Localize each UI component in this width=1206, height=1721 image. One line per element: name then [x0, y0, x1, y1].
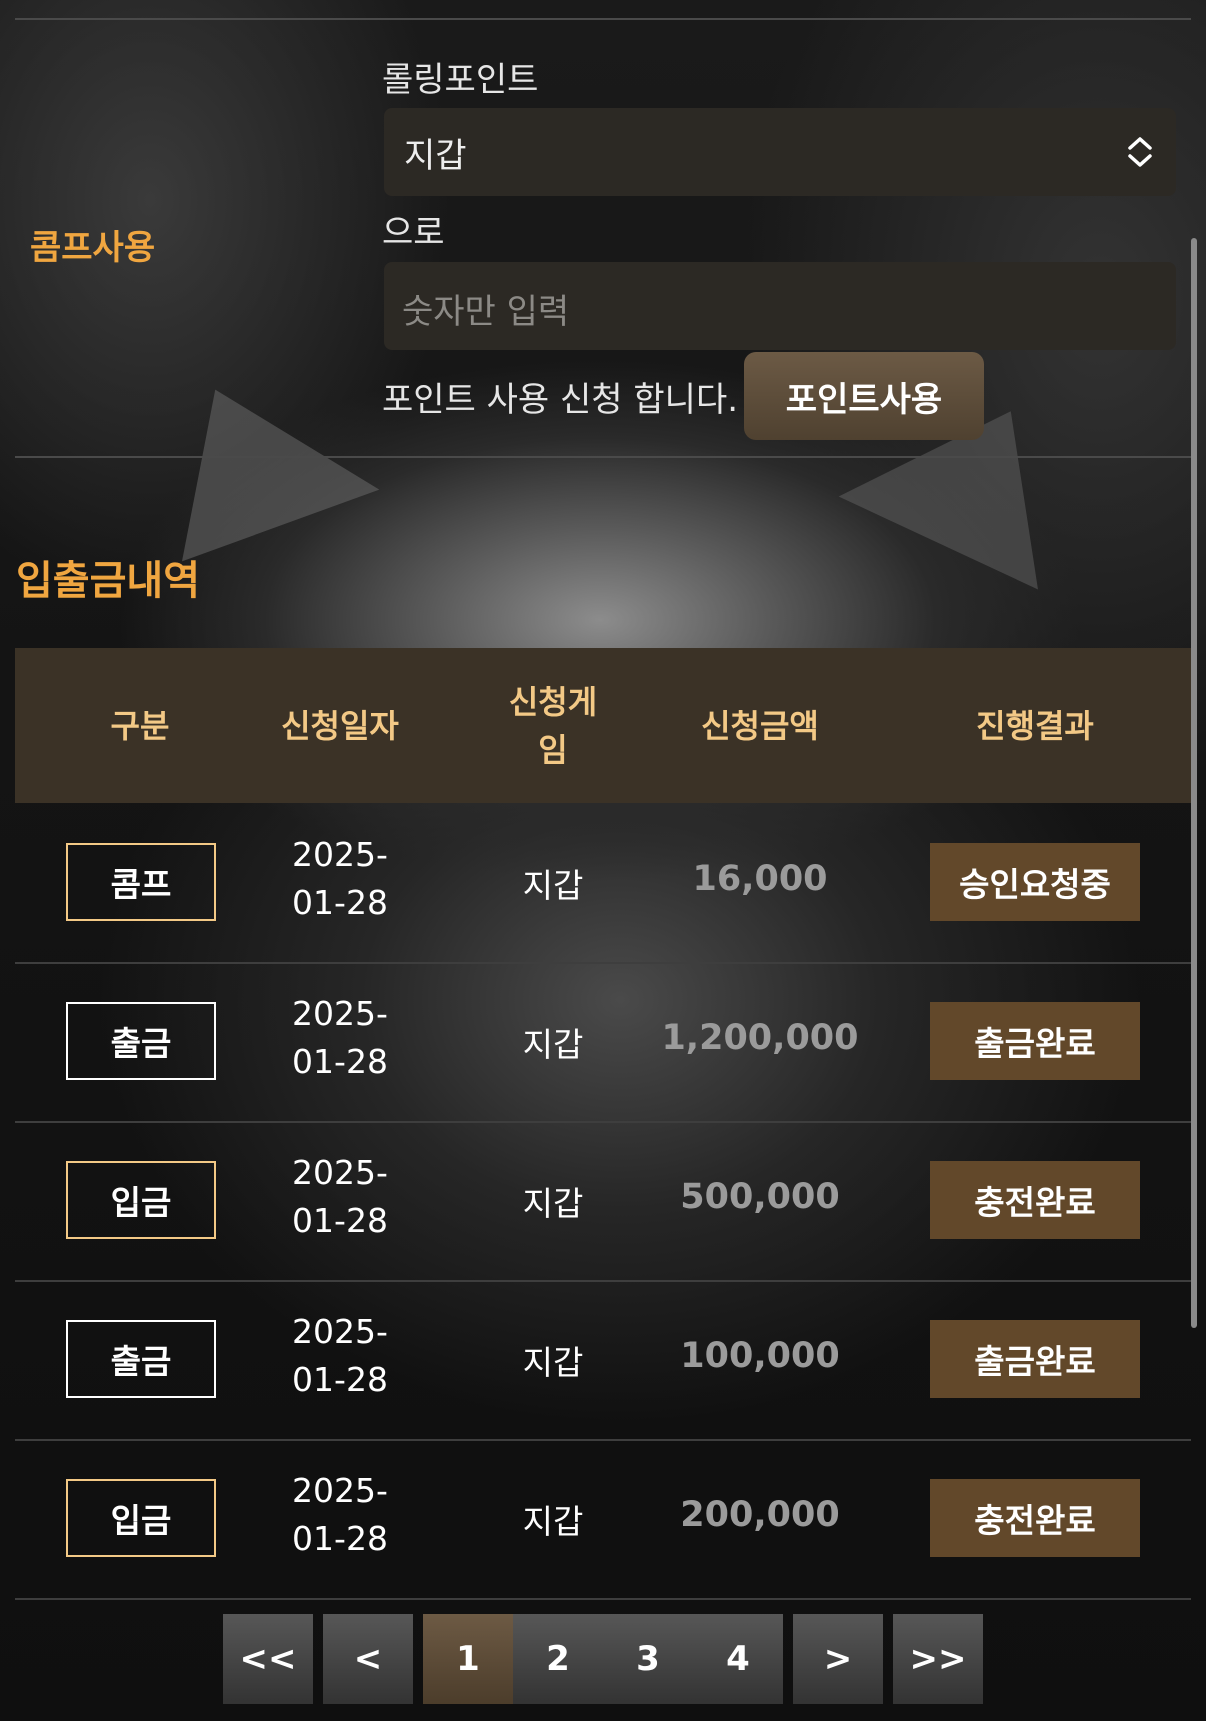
next-page-button[interactable]: >	[793, 1614, 883, 1704]
request-amount: 1,200,000	[661, 1018, 859, 1058]
table-row: 콤프 2025-01-28 지갑 16,000 승인요청중	[15, 803, 1191, 964]
table-row: 출금 2025-01-28 지갑 100,000 출금완료	[15, 1280, 1191, 1441]
type-tag: 출금	[66, 1002, 216, 1080]
page-button-2[interactable]: 2	[513, 1614, 603, 1704]
page-button-3[interactable]: 3	[603, 1614, 693, 1704]
type-tag: 입금	[66, 1479, 216, 1557]
status-badge: 출금완료	[930, 1002, 1140, 1080]
request-amount: 500,000	[680, 1177, 840, 1217]
pagination: << < 1 2 3 4 > >>	[0, 1614, 1206, 1704]
header-date: 신청일자	[281, 706, 399, 745]
table-header: 구분 신청일자 신청게임 신청금액 진행결과	[15, 648, 1191, 803]
type-tag: 출금	[66, 1320, 216, 1398]
request-date: 2025-01-28	[245, 1467, 435, 1563]
point-amount-placeholder: 숫자만 입력	[402, 292, 570, 332]
request-text: 포인트 사용 신청 합니다.	[382, 380, 739, 420]
status-badge: 출금완료	[930, 1320, 1140, 1398]
request-amount: 200,000	[680, 1495, 840, 1535]
status-badge: 승인요청중	[930, 843, 1140, 921]
background-ear-left	[130, 348, 380, 562]
status-badge: 충전완료	[930, 1479, 1140, 1557]
use-point-button[interactable]: 포인트사용	[744, 352, 984, 440]
first-page-button[interactable]: <<	[223, 1614, 313, 1704]
table-row: 입금 2025-01-28 지갑 200,000 충전완료	[15, 1439, 1191, 1600]
comp-label: 콤프사용	[30, 228, 156, 268]
request-game: 지갑	[522, 1025, 584, 1064]
request-date: 2025-01-28	[245, 1149, 435, 1245]
request-date-text: 2025-01-28	[292, 1312, 388, 1399]
request-date-text: 2025-01-28	[292, 994, 388, 1081]
request-date: 2025-01-28	[245, 990, 435, 1086]
wallet-select-value: 지갑	[404, 136, 467, 176]
rolling-point-label: 롤링포인트	[382, 60, 539, 100]
section-divider	[15, 456, 1191, 458]
last-page-button[interactable]: >>	[893, 1614, 983, 1704]
point-amount-input[interactable]: 숫자만 입력	[384, 262, 1176, 350]
request-game: 지갑	[522, 1502, 584, 1541]
request-date-text: 2025-01-28	[292, 1153, 388, 1240]
request-date: 2025-01-28	[245, 1308, 435, 1404]
header-status: 진행결과	[976, 706, 1094, 745]
to-label: 으로	[382, 213, 445, 253]
request-date: 2025-01-28	[245, 831, 435, 927]
request-amount: 16,000	[692, 859, 828, 899]
type-tag: 콤프	[66, 843, 216, 921]
history-title: 입출금내역	[16, 558, 200, 604]
table-row: 출금 2025-01-28 지갑 1,200,000 출금완료	[15, 962, 1191, 1123]
status-badge: 충전완료	[930, 1161, 1140, 1239]
request-date-text: 2025-01-28	[292, 1471, 388, 1558]
updown-chevron-icon	[1128, 137, 1152, 167]
header-game: 신청게임	[485, 648, 621, 803]
request-amount: 100,000	[680, 1336, 840, 1376]
table-row: 입금 2025-01-28 지갑 500,000 충전완료	[15, 1121, 1191, 1282]
request-date-text: 2025-01-28	[292, 835, 388, 922]
type-tag: 입금	[66, 1161, 216, 1239]
wallet-select[interactable]: 지갑	[384, 108, 1176, 196]
header-game-text: 신청게임	[508, 682, 598, 769]
request-game: 지갑	[522, 1184, 584, 1223]
page-button-4[interactable]: 4	[693, 1614, 783, 1704]
header-amount: 신청금액	[701, 706, 819, 745]
header-type: 구분	[110, 706, 170, 745]
top-divider	[15, 18, 1191, 20]
request-game: 지갑	[522, 866, 584, 905]
scrollbar[interactable]	[1191, 238, 1197, 1328]
prev-page-button[interactable]: <	[323, 1614, 413, 1704]
request-game: 지갑	[522, 1343, 584, 1382]
page-button-1[interactable]: 1	[423, 1614, 513, 1704]
